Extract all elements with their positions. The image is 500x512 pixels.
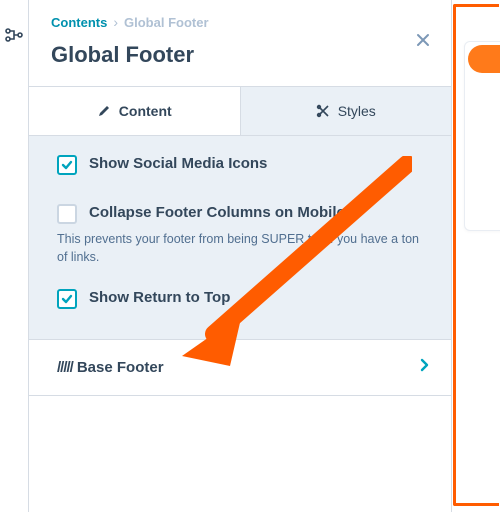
field-collapse-columns: Collapse Footer Columns on Mobile This p… bbox=[57, 203, 431, 266]
checkbox-return-top[interactable] bbox=[57, 289, 77, 309]
checkbox-collapse-columns[interactable] bbox=[57, 204, 77, 224]
app-rail bbox=[0, 0, 28, 512]
help-collapse-columns: This prevents your footer from being SUP… bbox=[57, 230, 431, 266]
preview-accent bbox=[468, 45, 500, 73]
editor-panel: Contents › Global Footer Global Footer C… bbox=[28, 0, 452, 512]
content-section: Show Social Media Icons Collapse Footer … bbox=[29, 136, 451, 340]
field-show-social: Show Social Media Icons bbox=[57, 154, 431, 175]
chevron-right-icon bbox=[419, 358, 429, 377]
scissors-icon bbox=[316, 104, 330, 118]
close-icon bbox=[415, 32, 431, 48]
breadcrumb: Contents › Global Footer bbox=[51, 14, 431, 30]
panel-header: Contents › Global Footer Global Footer bbox=[29, 0, 451, 86]
checkbox-show-social[interactable] bbox=[57, 155, 77, 175]
workflow-icon bbox=[5, 26, 23, 44]
pencil-icon bbox=[97, 104, 111, 118]
tab-content[interactable]: Content bbox=[29, 87, 241, 135]
tabs: Content Styles bbox=[29, 86, 451, 136]
tab-content-label: Content bbox=[119, 103, 172, 119]
label-show-social: Show Social Media Icons bbox=[89, 154, 267, 174]
tab-styles-label: Styles bbox=[338, 103, 376, 119]
tab-styles[interactable]: Styles bbox=[241, 87, 452, 135]
field-return-top: Show Return to Top bbox=[57, 288, 431, 309]
breadcrumb-root[interactable]: Contents bbox=[51, 15, 107, 30]
chevron-right-icon: › bbox=[113, 14, 118, 30]
breadcrumb-current: Global Footer bbox=[124, 15, 209, 30]
check-icon bbox=[60, 292, 74, 306]
label-return-top: Show Return to Top bbox=[89, 288, 230, 308]
page-title: Global Footer bbox=[51, 42, 431, 68]
label-collapse-columns: Collapse Footer Columns on Mobile bbox=[89, 203, 345, 223]
preview-pane bbox=[453, 4, 499, 506]
accordion-base-footer[interactable]: /////Base Footer bbox=[29, 340, 451, 396]
check-icon bbox=[60, 158, 74, 172]
accordion-label: /////Base Footer bbox=[57, 359, 164, 376]
close-button[interactable] bbox=[413, 30, 433, 50]
